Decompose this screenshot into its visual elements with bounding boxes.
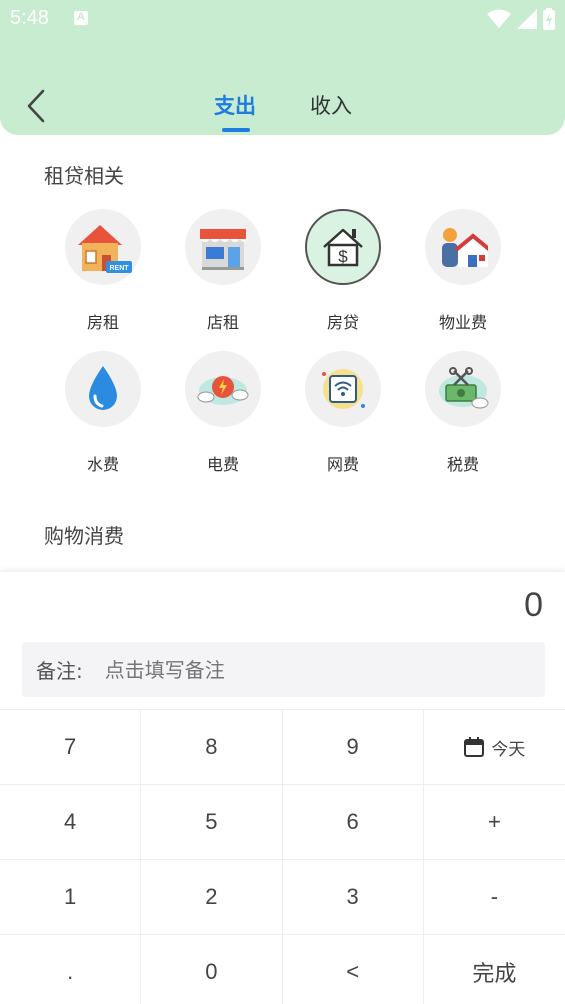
today-label: 今天 (491, 739, 526, 760)
key-dot[interactable]: . (0, 935, 142, 1004)
category-internet[interactable]: 网费 (288, 351, 398, 475)
key-3[interactable]: 3 (282, 860, 424, 935)
chevron-left-icon (27, 89, 45, 123)
category-label: 店租 (206, 313, 239, 332)
tab-expense[interactable]: 支出 (214, 90, 256, 120)
svg-text:RENT: RENT (109, 265, 129, 272)
key-minus[interactable]: - (423, 860, 565, 935)
category-label: 税费 (446, 455, 479, 474)
key-9[interactable]: 9 (282, 710, 424, 785)
key-4[interactable]: 4 (0, 785, 142, 860)
category-property-fee[interactable]: 物业费 (408, 209, 518, 333)
category-icon-circle (305, 351, 381, 427)
notification-a-icon (74, 11, 88, 25)
section-title-shopping: 购物消费 (44, 524, 124, 548)
key-2[interactable]: 2 (141, 860, 283, 935)
house-dollar-icon: $ (323, 228, 363, 267)
active-tab-indicator (222, 128, 250, 132)
key-backspace[interactable]: < (283, 935, 424, 1004)
key-0[interactable]: 0 (141, 935, 283, 1004)
key-6[interactable]: 6 (282, 785, 424, 860)
category-label: 电费 (206, 455, 239, 474)
category-electricity[interactable]: 电费 (168, 351, 278, 475)
done-button[interactable]: 完成 (424, 935, 565, 1004)
property-icon (442, 228, 488, 267)
water-drop-icon (89, 366, 117, 410)
category-icon-circle-selected: $ (305, 209, 381, 285)
key-7[interactable]: 7 (0, 710, 142, 785)
category-icon-circle (185, 351, 261, 427)
key-8[interactable]: 8 (141, 710, 283, 785)
category-water[interactable]: 水费 (48, 351, 158, 475)
category-icon-circle (425, 209, 501, 285)
key-today[interactable]: 今天 (423, 710, 565, 785)
keypad-panel: 0 备注: 7 8 9 今天 4 5 6 + 1 2 3 - . 0 < 完成 (0, 572, 565, 1004)
category-store-rent[interactable]: 店租 (168, 209, 278, 333)
category-icon-circle: RENT (65, 209, 141, 285)
calendar-icon (464, 737, 485, 757)
store-icon (200, 229, 246, 270)
note-label: 备注: (36, 659, 83, 683)
status-icons (487, 8, 555, 30)
note-field[interactable]: 备注: (22, 642, 545, 697)
amount-display: 0 (524, 586, 543, 624)
key-1[interactable]: 1 (0, 860, 142, 935)
signal-icon (517, 9, 537, 29)
status-time: 5:48 (10, 7, 49, 29)
key-plus[interactable]: + (423, 785, 565, 860)
category-mortgage[interactable]: $ 房贷 (288, 209, 398, 333)
category-label: 水费 (86, 455, 119, 474)
svg-text:$: $ (338, 247, 348, 266)
category-tax[interactable]: 税费 (408, 351, 518, 475)
category-label: 房租 (86, 313, 119, 332)
category-icon-circle (185, 209, 261, 285)
category-icon-circle (425, 351, 501, 427)
battery-icon (543, 8, 555, 30)
category-house-rent[interactable]: RENT 房租 (48, 209, 158, 333)
back-button[interactable] (18, 86, 54, 126)
status-bar: 5:48 (0, 0, 565, 40)
wifi-icon (322, 369, 365, 409)
category-icon-circle (65, 351, 141, 427)
number-keypad: 7 8 9 今天 4 5 6 + 1 2 3 - . 0 < 完成 (0, 709, 565, 1004)
key-5[interactable]: 5 (141, 785, 283, 860)
note-input[interactable] (104, 657, 485, 682)
tab-income[interactable]: 收入 (310, 90, 352, 120)
tax-money-icon (439, 367, 489, 409)
wifi-status-icon (487, 9, 511, 28)
category-label: 网费 (326, 455, 359, 474)
electricity-icon (197, 376, 249, 405)
header: 支出 收入 (0, 40, 565, 135)
category-label: 物业费 (438, 313, 487, 332)
section-title-rent: 租贷相关 (44, 164, 124, 188)
house-rent-icon: RENT (78, 225, 132, 273)
category-label: 房贷 (326, 313, 359, 332)
